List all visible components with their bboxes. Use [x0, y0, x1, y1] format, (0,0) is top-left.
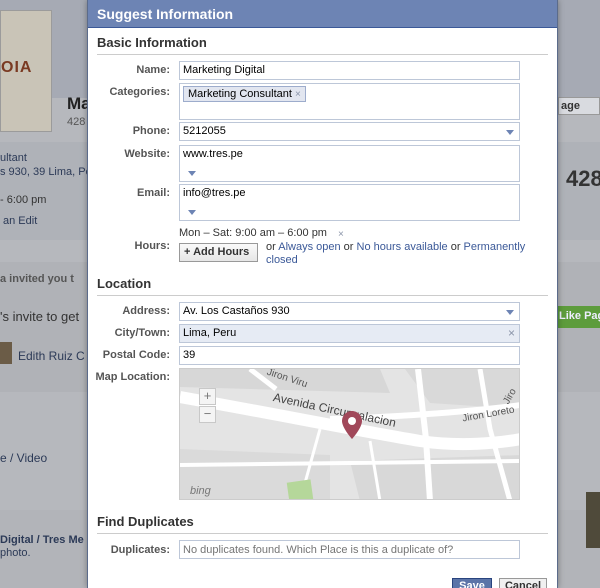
phone-label: Phone:	[132, 125, 170, 137]
section-divider	[97, 295, 548, 296]
bg-right-count: 428	[566, 166, 600, 191]
name-label: Name:	[136, 64, 170, 76]
section-divider	[97, 533, 548, 534]
add-hours-button[interactable]: + Add Hours	[179, 243, 258, 262]
bg-thumb-right	[586, 492, 600, 548]
city-field[interactable]: Lima, Peru ×	[179, 324, 520, 343]
email-label: Email:	[136, 187, 170, 199]
email-field[interactable]: info@tres.pe	[179, 184, 520, 221]
map-label: Map Location:	[95, 371, 170, 383]
friend-avatar	[0, 342, 12, 364]
bg-category: ultant	[0, 152, 27, 164]
map-location[interactable]: + − Avenida Circunvalacion Jiron Loreto …	[179, 368, 520, 500]
bg-manage-button[interactable]: age	[558, 97, 600, 115]
remove-category-icon[interactable]: ×	[295, 89, 301, 100]
bg-like-page-button[interactable]: Like Pag	[556, 306, 600, 328]
phone-dropdown-icon[interactable]	[506, 130, 514, 135]
email-value: info@tres.pe	[183, 187, 246, 199]
logo-text: OIA	[1, 59, 33, 76]
category-tag-label: Marketing Consultant	[188, 88, 292, 100]
hours-or-1: or	[266, 241, 276, 253]
suggest-information-dialog: Suggest Information Basic Information Na…	[87, 0, 558, 588]
duplicates-field[interactable]	[179, 540, 520, 559]
page-logo: OIA	[0, 10, 52, 132]
dialog-title: Suggest Information	[88, 0, 557, 28]
phone-field[interactable]: 5212055	[179, 122, 520, 141]
save-button[interactable]: Save	[452, 578, 492, 588]
hours-or-2: or	[343, 241, 354, 253]
category-tag: Marketing Consultant ×	[183, 86, 306, 102]
hours-or-3: or	[450, 241, 461, 253]
hours-label: Hours:	[134, 240, 170, 252]
cancel-button[interactable]: Cancel	[499, 578, 547, 588]
website-field[interactable]: www.tres.pe	[179, 145, 520, 182]
always-open-link[interactable]: Always open	[278, 241, 340, 253]
bg-count: 428	[67, 116, 86, 128]
phone-value: 5212055	[183, 125, 226, 137]
bg-video-link[interactable]: e / Video	[0, 451, 47, 465]
address-field[interactable]: Av. Los Castaños 930	[179, 302, 520, 321]
location-heading: Location	[97, 276, 152, 291]
website-value: www.tres.pe	[183, 148, 243, 160]
zoom-in-icon[interactable]: +	[199, 388, 216, 405]
address-value: Av. Los Castaños 930	[183, 305, 290, 317]
address-dropdown-icon[interactable]	[506, 310, 514, 315]
bing-logo: bing	[190, 485, 211, 497]
bg-hours: - 6:00 pm	[0, 194, 47, 206]
zoom-out-icon[interactable]: −	[199, 406, 216, 423]
section-divider	[97, 54, 548, 55]
bg-friend-name[interactable]: Edith Ruiz C	[18, 349, 85, 363]
hours-options: or Always open or No hours available or …	[266, 241, 536, 267]
clear-city-icon[interactable]: ×	[508, 326, 515, 340]
bg-invite-text: 's invite to get	[0, 309, 80, 324]
email-dropdown-icon[interactable]	[188, 210, 196, 215]
bg-photo-text: photo.	[0, 547, 31, 559]
categories-label: Categories:	[109, 86, 170, 98]
hours-value: Mon – Sat: 9:00 am – 6:00 pm	[179, 227, 327, 239]
postal-code-field[interactable]: 39	[179, 346, 520, 365]
address-label: Address:	[122, 305, 170, 317]
bg-address: s 930, 39 Lima, Pe	[0, 166, 92, 178]
website-label: Website:	[124, 148, 170, 160]
no-hours-link[interactable]: No hours available	[357, 241, 448, 253]
bg-page-name-2[interactable]: Digital / Tres Me	[0, 534, 84, 546]
bg-edit-link[interactable]: an Edit	[3, 215, 37, 227]
remove-hours-icon[interactable]: ×	[338, 229, 344, 240]
location-pin-icon[interactable]	[342, 411, 362, 439]
basic-info-heading: Basic Information	[97, 35, 207, 50]
categories-field[interactable]: Marketing Consultant ×	[179, 83, 520, 120]
duplicates-label: Duplicates:	[110, 544, 170, 556]
postal-label: Postal Code:	[102, 349, 170, 361]
city-value: Lima, Peru	[183, 327, 237, 339]
city-label: City/Town:	[114, 327, 170, 339]
duplicates-heading: Find Duplicates	[97, 514, 194, 529]
bg-invited-text: a invited you t	[0, 273, 74, 285]
name-field[interactable]: Marketing Digital	[179, 61, 520, 80]
website-dropdown-icon[interactable]	[188, 171, 196, 176]
